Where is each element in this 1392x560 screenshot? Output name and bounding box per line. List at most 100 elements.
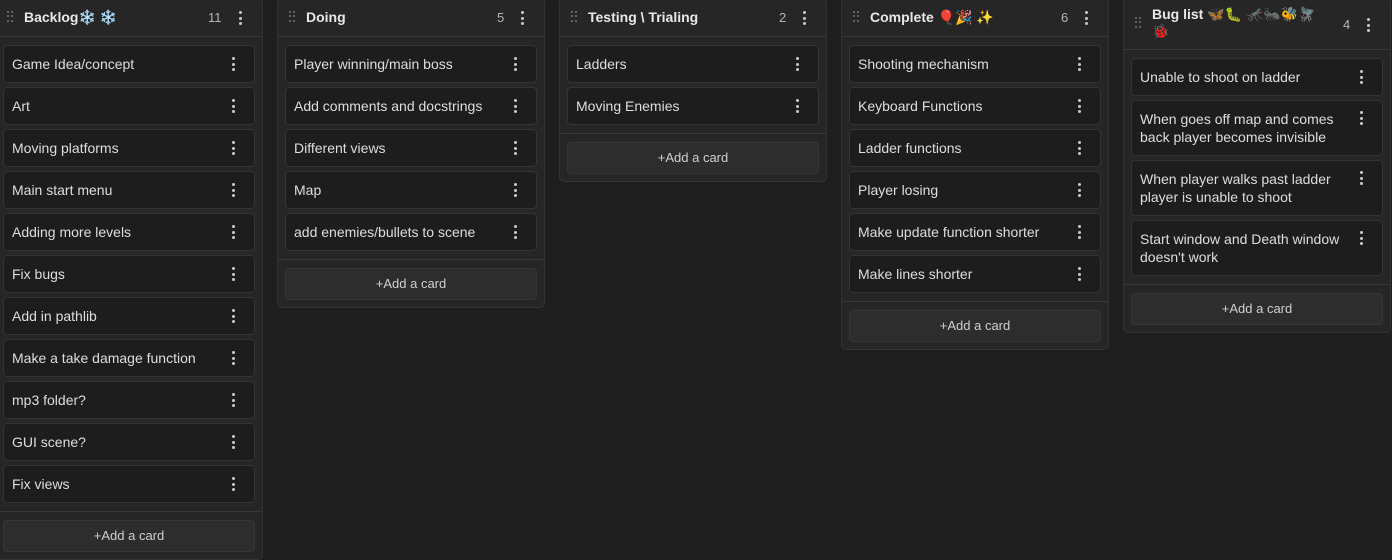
column-doing: Doing 5 Player winning/main boss Add com… — [277, 0, 545, 308]
card-title: Fix bugs — [12, 266, 65, 282]
card-menu-icon[interactable] — [231, 57, 235, 71]
card-menu-icon[interactable] — [1359, 111, 1363, 125]
card-menu-icon[interactable] — [1077, 225, 1081, 239]
card[interactable]: Make update function shorter — [849, 213, 1101, 251]
drag-handle-icon[interactable] — [1135, 17, 1142, 28]
card-menu-icon[interactable] — [231, 183, 235, 197]
card-title: Different views — [294, 140, 386, 156]
card-menu-icon[interactable] — [1077, 267, 1081, 281]
card[interactable]: Player winning/main boss — [285, 45, 537, 83]
card-menu-icon[interactable] — [1077, 99, 1081, 113]
card-title: add enemies/bullets to scene — [294, 224, 476, 240]
card-menu-icon[interactable] — [795, 57, 799, 71]
card-menu-icon[interactable] — [513, 183, 517, 197]
card-menu-icon[interactable] — [795, 99, 799, 113]
card[interactable]: Shooting mechanism — [849, 45, 1101, 83]
column-header: Doing 5 — [278, 0, 544, 37]
card[interactable]: Moving Enemies — [567, 87, 819, 125]
drag-handle-icon[interactable] — [853, 11, 860, 22]
card[interactable]: GUI scene? — [3, 423, 255, 461]
card-menu-icon[interactable] — [231, 393, 235, 407]
card-title: Player losing — [858, 182, 939, 198]
card-title: Unable to shoot on ladder — [1140, 69, 1301, 85]
card[interactable]: When player walks past ladder player is … — [1131, 160, 1383, 216]
card-title: Adding more levels — [12, 224, 132, 240]
card-title: Map — [294, 182, 322, 198]
card-menu-icon[interactable] — [1077, 57, 1081, 71]
column-bug-list: Bug list 🦋🐛 🦟🐜🐝🪰 🐞 4 Unable to shoot on … — [1123, 0, 1391, 333]
card[interactable]: Player losing — [849, 171, 1101, 209]
add-card-button[interactable]: +Add a card — [849, 310, 1101, 342]
card-menu-icon[interactable] — [231, 99, 235, 113]
card-title: Moving Enemies — [576, 98, 680, 114]
column-complete: Complete 🎈🎉 ✨ 6 Shooting mechanism Keybo… — [841, 0, 1109, 350]
card-title: Make lines shorter — [858, 266, 973, 282]
card-menu-icon[interactable] — [231, 435, 235, 449]
card[interactable]: Fix views — [3, 465, 255, 503]
card[interactable]: Different views — [285, 129, 537, 167]
add-card-button[interactable]: +Add a card — [285, 268, 537, 300]
card-count: 6 — [1061, 10, 1069, 25]
drag-handle-icon[interactable] — [571, 11, 578, 22]
column-testing: Testing \ Trialing 2 Ladders Moving Enem… — [559, 0, 827, 182]
column-header: Testing \ Trialing 2 — [560, 0, 826, 37]
card-count: 4 — [1343, 17, 1351, 32]
add-card-button[interactable]: +Add a card — [567, 142, 819, 174]
card[interactable]: Adding more levels — [3, 213, 255, 251]
column-menu-icon[interactable] — [1366, 18, 1370, 32]
card-menu-icon[interactable] — [513, 141, 517, 155]
card[interactable]: Add comments and docstrings — [285, 87, 537, 125]
card[interactable]: Ladder functions — [849, 129, 1101, 167]
card-menu-icon[interactable] — [231, 477, 235, 491]
column-menu-icon[interactable] — [238, 11, 242, 25]
card[interactable]: When goes off map and comes back player … — [1131, 100, 1383, 156]
card-menu-icon[interactable] — [1359, 70, 1363, 84]
card-title: Main start menu — [12, 182, 113, 198]
card[interactable]: Map — [285, 171, 537, 209]
card[interactable]: Moving platforms — [3, 129, 255, 167]
card-menu-icon[interactable] — [231, 309, 235, 323]
column-header: Backlog❄️ ❄️ 11 — [0, 0, 262, 37]
card-title: Art — [12, 98, 30, 114]
card-title: When player walks past ladder player is … — [1140, 171, 1331, 205]
column-menu-icon[interactable] — [520, 11, 524, 25]
column-backlog: Backlog❄️ ❄️ 11 Game Idea/concept Art Mo… — [0, 0, 263, 560]
card-menu-icon[interactable] — [513, 57, 517, 71]
card[interactable]: Ladders — [567, 45, 819, 83]
card[interactable]: Start window and Death window doesn't wo… — [1131, 220, 1383, 276]
card-title: Ladders — [576, 56, 627, 72]
drag-handle-icon[interactable] — [7, 11, 14, 22]
card[interactable]: add enemies/bullets to scene — [285, 213, 537, 251]
column-header: Bug list 🦋🐛 🦟🐜🐝🪰 🐞 4 — [1124, 0, 1390, 50]
card-menu-icon[interactable] — [231, 141, 235, 155]
kanban-board: Backlog❄️ ❄️ 11 Game Idea/concept Art Mo… — [0, 0, 1392, 560]
card[interactable]: Fix bugs — [3, 255, 255, 293]
card[interactable]: mp3 folder? — [3, 381, 255, 419]
card-menu-icon[interactable] — [1077, 141, 1081, 155]
card-menu-icon[interactable] — [1359, 231, 1363, 245]
card-title: Fix views — [12, 476, 70, 492]
card[interactable]: Main start menu — [3, 171, 255, 209]
card[interactable]: Make lines shorter — [849, 255, 1101, 293]
card[interactable]: Add in pathlib — [3, 297, 255, 335]
card-menu-icon[interactable] — [513, 99, 517, 113]
column-title: Backlog❄️ ❄️ — [24, 9, 118, 25]
card-menu-icon[interactable] — [513, 225, 517, 239]
card[interactable]: Keyboard Functions — [849, 87, 1101, 125]
card[interactable]: Art — [3, 87, 255, 125]
card[interactable]: Unable to shoot on ladder — [1131, 58, 1383, 96]
add-card-button[interactable]: +Add a card — [3, 520, 255, 552]
card[interactable]: Make a take damage function — [3, 339, 255, 377]
column-menu-icon[interactable] — [1084, 11, 1088, 25]
card-menu-icon[interactable] — [231, 267, 235, 281]
column-title: Doing — [306, 9, 346, 25]
add-card-button[interactable]: +Add a card — [1131, 293, 1383, 325]
drag-handle-icon[interactable] — [289, 11, 296, 22]
card-menu-icon[interactable] — [1077, 183, 1081, 197]
card-menu-icon[interactable] — [231, 225, 235, 239]
card-menu-icon[interactable] — [231, 351, 235, 365]
card-menu-icon[interactable] — [1359, 171, 1363, 185]
column-header: Complete 🎈🎉 ✨ 6 — [842, 0, 1108, 37]
column-menu-icon[interactable] — [802, 11, 806, 25]
card[interactable]: Game Idea/concept — [3, 45, 255, 83]
